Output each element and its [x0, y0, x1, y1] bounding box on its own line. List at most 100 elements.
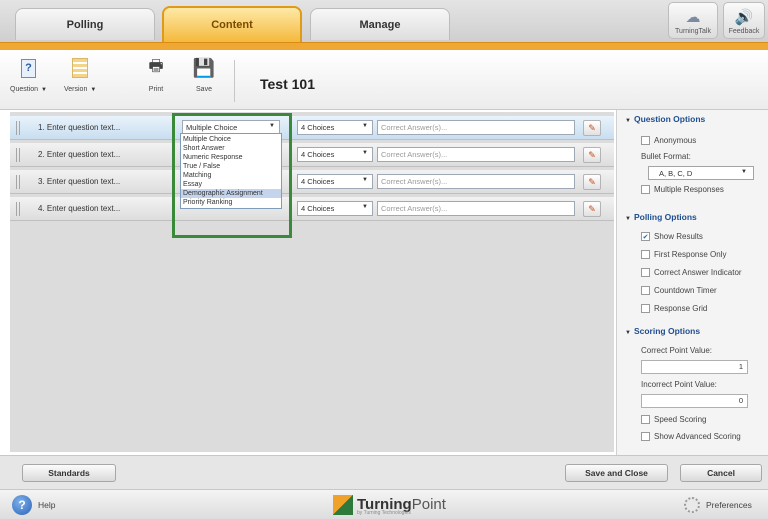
page-title: Test 101 — [260, 76, 315, 92]
correct-answer-field[interactable]: Correct Answer(s)... — [377, 120, 575, 135]
question-icon: ? — [20, 58, 36, 78]
option-priority-ranking[interactable]: Priority Ranking — [181, 198, 281, 207]
chevron-down-icon: ▼ — [362, 150, 368, 156]
show-results-checkbox[interactable]: ✔ Show Results — [641, 232, 703, 241]
correct-answer-field[interactable]: Correct Answer(s)... — [377, 201, 575, 216]
option-multiple-choice[interactable]: Multiple Choice — [181, 135, 281, 144]
turningtalk-label: TurningTalk — [675, 28, 711, 35]
help-link[interactable]: Help — [38, 500, 55, 510]
cancel-button[interactable]: Cancel — [680, 464, 762, 482]
speed-scoring-checkbox[interactable]: Speed Scoring — [641, 415, 706, 424]
speaker-icon: 🔊 — [734, 9, 754, 26]
option-matching[interactable]: Matching — [181, 171, 281, 180]
save-button[interactable]: 💾 Save — [193, 56, 215, 94]
checkbox-box — [641, 415, 650, 424]
drag-handle-icon[interactable] — [16, 148, 20, 162]
correct-answer-field[interactable]: Correct Answer(s)... — [377, 174, 575, 189]
question-text[interactable]: 4. Enter question text... — [38, 204, 120, 213]
toolbar-divider — [234, 60, 235, 102]
checkbox-box — [641, 250, 650, 259]
edit-icon[interactable]: ✎ — [583, 201, 601, 217]
checkbox-box — [641, 286, 650, 295]
edit-icon[interactable]: ✎ — [583, 174, 601, 190]
chevron-down-icon: ▼ — [90, 86, 97, 93]
drag-handle-icon[interactable] — [16, 202, 20, 216]
version-button[interactable]: Version ▼ — [64, 56, 96, 93]
logo-subtitle: by Turning Technologies — [357, 510, 411, 516]
chevron-down-icon: ▼ — [362, 204, 368, 210]
choices-select[interactable]: 4 Choices ▼ — [297, 147, 373, 162]
drag-handle-icon[interactable] — [16, 175, 20, 189]
checkbox-box — [641, 304, 650, 313]
multiple-responses-checkbox[interactable]: Multiple Responses — [641, 185, 724, 194]
choices-select[interactable]: 4 Choices ▼ — [297, 174, 373, 189]
preferences-link[interactable]: Preferences — [706, 500, 752, 510]
option-numeric-response[interactable]: Numeric Response — [181, 153, 281, 162]
chevron-down-icon: ▼ — [741, 169, 747, 175]
option-short-answer[interactable]: Short Answer — [181, 144, 281, 153]
question-row[interactable]: 3. Enter question text... 4 Choices ▼ Cor… — [10, 170, 614, 194]
checkmark-icon: ✔ — [641, 232, 650, 241]
question-text[interactable]: 2. Enter question text... — [38, 150, 120, 159]
logo-point: Point — [411, 496, 446, 513]
bottom-button-bar: Standards Save and Close Cancel — [0, 455, 768, 489]
show-advanced-scoring-checkbox[interactable]: Show Advanced Scoring — [641, 432, 741, 441]
option-true-false[interactable]: True / False — [181, 162, 281, 171]
tab-manage[interactable]: Manage — [310, 8, 450, 40]
question-button[interactable]: ? Question ▼ — [10, 56, 47, 93]
choices-select[interactable]: 4 Choices ▼ — [297, 201, 373, 216]
incorrect-point-label: Incorrect Point Value: — [641, 380, 717, 389]
option-essay[interactable]: Essay — [181, 180, 281, 189]
correct-point-label: Correct Point Value: — [641, 346, 712, 355]
question-text[interactable]: 1. Enter question text... — [38, 123, 120, 132]
footer: ? Help TurningPoint by Turning Technolog… — [0, 489, 768, 519]
turningpoint-logo-icon — [333, 495, 353, 515]
edit-icon[interactable]: ✎ — [583, 147, 601, 163]
gear-icon[interactable] — [684, 497, 700, 513]
checkbox-box — [641, 185, 650, 194]
options-panel: ▼ Question Options Anonymous Bullet Forma… — [616, 110, 768, 455]
bullet-format-select[interactable]: A, B, C, D ▼ — [648, 166, 754, 180]
print-label: Print — [148, 86, 164, 93]
version-icon — [72, 58, 89, 78]
chevron-down-icon: ▼ — [362, 123, 368, 129]
correct-answer-indicator-checkbox[interactable]: Correct Answer Indicator — [641, 268, 742, 277]
version-label: Version — [64, 86, 88, 93]
chevron-down-icon: ▼ — [362, 177, 368, 183]
scoring-options-header[interactable]: ▼ Scoring Options — [625, 326, 700, 336]
checkbox-box — [641, 268, 650, 277]
tab-polling[interactable]: Polling — [15, 8, 155, 40]
turningpoint-logo: TurningPoint by Turning Technologies — [333, 495, 446, 516]
correct-answer-field[interactable]: Correct Answer(s)... — [377, 147, 575, 162]
print-button[interactable]: 🖶 Print — [145, 56, 167, 94]
question-row[interactable]: 2. Enter question text... 4 Choices ▼ Cor… — [10, 143, 614, 167]
first-response-only-checkbox[interactable]: First Response Only — [641, 250, 726, 259]
countdown-timer-checkbox[interactable]: Countdown Timer — [641, 286, 717, 295]
orange-accent-bar — [0, 42, 768, 50]
question-row[interactable]: 1. Enter question text... Multiple Choic… — [10, 116, 614, 140]
choices-select[interactable]: 4 Choices ▼ — [297, 120, 373, 135]
question-type-dropdown-list: Multiple Choice Short Answer Numeric Res… — [180, 133, 282, 209]
help-icon[interactable]: ? — [12, 495, 32, 515]
drag-handle-icon[interactable] — [16, 121, 20, 135]
question-options-header[interactable]: ▼ Question Options — [625, 114, 705, 124]
question-text[interactable]: 3. Enter question text... — [38, 177, 120, 186]
incorrect-point-input[interactable]: 0 — [641, 394, 748, 408]
printer-icon: 🖶 — [148, 57, 164, 75]
toolbar: ? Question ▼ Version ▼ 🖶 Print 💾 Save Test… — [0, 50, 768, 110]
correct-point-input[interactable]: 1 — [641, 360, 748, 374]
turningtalk-button[interactable]: ☁ TurningTalk — [668, 2, 718, 39]
polling-options-header[interactable]: ▼ Polling Options — [625, 212, 697, 222]
save-and-close-button[interactable]: Save and Close — [565, 464, 668, 482]
question-row[interactable]: 4. Enter question text... 4 Choices ▼ Cor… — [10, 197, 614, 221]
anonymous-checkbox[interactable]: Anonymous — [641, 136, 696, 145]
collapse-triangle-icon: ▼ — [625, 118, 631, 124]
edit-icon[interactable]: ✎ — [583, 120, 601, 136]
standards-button[interactable]: Standards — [22, 464, 116, 482]
feedback-button[interactable]: 🔊 Feedback — [723, 2, 765, 39]
response-grid-checkbox[interactable]: Response Grid — [641, 304, 707, 313]
tab-content[interactable]: Content — [162, 6, 302, 42]
option-demographic-assignment[interactable]: Demographic Assignment — [181, 189, 281, 198]
save-label: Save — [196, 86, 212, 93]
feedback-label: Feedback — [728, 28, 760, 35]
